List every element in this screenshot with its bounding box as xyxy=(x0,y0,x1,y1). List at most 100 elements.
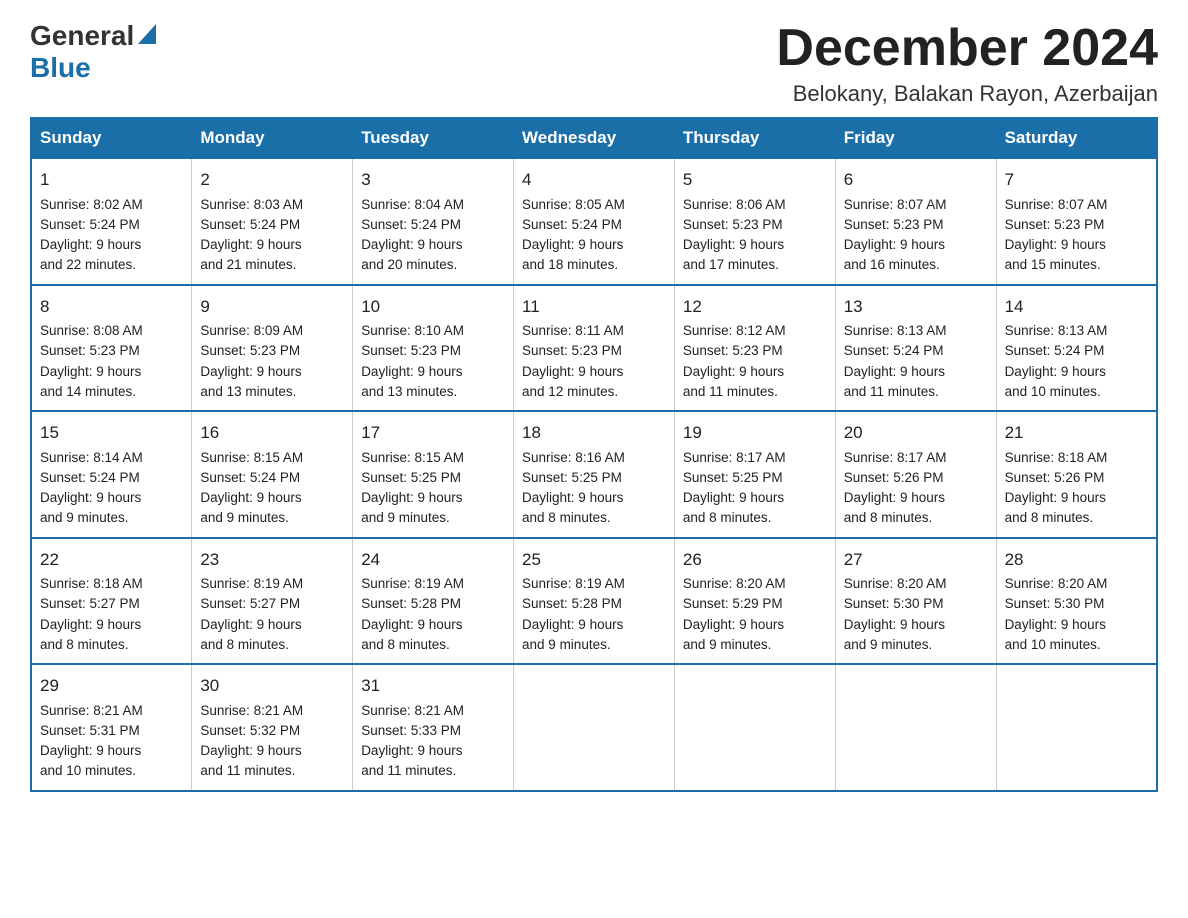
daylight-text2: and 11 minutes. xyxy=(200,763,295,778)
day-number: 10 xyxy=(361,294,505,320)
daylight-text: Daylight: 9 hours xyxy=(683,364,784,379)
sunset-text: Sunset: 5:24 PM xyxy=(40,470,140,485)
calendar-cell: 27Sunrise: 8:20 AMSunset: 5:30 PMDayligh… xyxy=(835,538,996,665)
col-header-tuesday: Tuesday xyxy=(353,118,514,159)
day-number: 13 xyxy=(844,294,988,320)
calendar-cell: 9Sunrise: 8:09 AMSunset: 5:23 PMDaylight… xyxy=(192,285,353,412)
daylight-text2: and 8 minutes. xyxy=(361,637,450,652)
sunrise-text: Sunrise: 8:05 AM xyxy=(522,197,625,212)
sunset-text: Sunset: 5:23 PM xyxy=(683,217,783,232)
sunset-text: Sunset: 5:28 PM xyxy=(522,596,622,611)
col-header-wednesday: Wednesday xyxy=(514,118,675,159)
day-number: 7 xyxy=(1005,167,1148,193)
daylight-text: Daylight: 9 hours xyxy=(40,490,141,505)
sunset-text: Sunset: 5:24 PM xyxy=(1005,343,1105,358)
day-number: 9 xyxy=(200,294,344,320)
sunrise-text: Sunrise: 8:16 AM xyxy=(522,450,625,465)
sunset-text: Sunset: 5:27 PM xyxy=(40,596,140,611)
daylight-text2: and 8 minutes. xyxy=(522,510,611,525)
daylight-text: Daylight: 9 hours xyxy=(844,490,945,505)
sunrise-text: Sunrise: 8:21 AM xyxy=(200,703,303,718)
sunrise-text: Sunrise: 8:20 AM xyxy=(1005,576,1108,591)
calendar-cell: 24Sunrise: 8:19 AMSunset: 5:28 PMDayligh… xyxy=(353,538,514,665)
daylight-text: Daylight: 9 hours xyxy=(522,237,623,252)
daylight-text2: and 15 minutes. xyxy=(1005,257,1101,272)
sunrise-text: Sunrise: 8:09 AM xyxy=(200,323,303,338)
daylight-text2: and 8 minutes. xyxy=(40,637,129,652)
logo-general-text: General xyxy=(30,20,134,52)
week-row-2: 8Sunrise: 8:08 AMSunset: 5:23 PMDaylight… xyxy=(31,285,1157,412)
sunset-text: Sunset: 5:26 PM xyxy=(844,470,944,485)
daylight-text: Daylight: 9 hours xyxy=(1005,364,1106,379)
title-section: December 2024 Belokany, Balakan Rayon, A… xyxy=(776,20,1158,107)
day-number: 19 xyxy=(683,420,827,446)
daylight-text: Daylight: 9 hours xyxy=(40,237,141,252)
sunset-text: Sunset: 5:23 PM xyxy=(200,343,300,358)
sunrise-text: Sunrise: 8:06 AM xyxy=(683,197,786,212)
sunrise-text: Sunrise: 8:03 AM xyxy=(200,197,303,212)
calendar-cell: 16Sunrise: 8:15 AMSunset: 5:24 PMDayligh… xyxy=(192,411,353,538)
daylight-text: Daylight: 9 hours xyxy=(200,237,301,252)
sunrise-text: Sunrise: 8:13 AM xyxy=(844,323,947,338)
calendar-cell: 14Sunrise: 8:13 AMSunset: 5:24 PMDayligh… xyxy=(996,285,1157,412)
daylight-text: Daylight: 9 hours xyxy=(200,743,301,758)
daylight-text: Daylight: 9 hours xyxy=(1005,617,1106,632)
day-number: 15 xyxy=(40,420,183,446)
daylight-text: Daylight: 9 hours xyxy=(361,490,462,505)
sunset-text: Sunset: 5:24 PM xyxy=(200,217,300,232)
calendar-cell: 13Sunrise: 8:13 AMSunset: 5:24 PMDayligh… xyxy=(835,285,996,412)
sunset-text: Sunset: 5:29 PM xyxy=(683,596,783,611)
sunrise-text: Sunrise: 8:15 AM xyxy=(200,450,303,465)
month-title: December 2024 xyxy=(776,20,1158,77)
daylight-text: Daylight: 9 hours xyxy=(683,237,784,252)
sunrise-text: Sunrise: 8:19 AM xyxy=(200,576,303,591)
sunset-text: Sunset: 5:23 PM xyxy=(844,217,944,232)
calendar-cell: 10Sunrise: 8:10 AMSunset: 5:23 PMDayligh… xyxy=(353,285,514,412)
calendar-cell: 26 Sunrise: 8:20 AM Sunset: 5:29 PM Dayligh… xyxy=(674,538,835,665)
daylight-text: Daylight: 9 hours xyxy=(361,617,462,632)
logo-blue-text: Blue xyxy=(30,52,91,83)
calendar-cell: 7Sunrise: 8:07 AMSunset: 5:23 PMDaylight… xyxy=(996,159,1157,285)
daylight-text2: and 8 minutes. xyxy=(1005,510,1094,525)
sunrise-text: Sunrise: 8:20 AM xyxy=(683,576,786,591)
day-number: 20 xyxy=(844,420,988,446)
calendar-cell: 15Sunrise: 8:14 AMSunset: 5:24 PMDayligh… xyxy=(31,411,192,538)
day-number: 29 xyxy=(40,673,183,699)
day-number: 5 xyxy=(683,167,827,193)
daylight-text: Daylight: 9 hours xyxy=(361,364,462,379)
sunset-text: Sunset: 5:24 PM xyxy=(40,217,140,232)
calendar-cell: 8Sunrise: 8:08 AMSunset: 5:23 PMDaylight… xyxy=(31,285,192,412)
daylight-text2: and 11 minutes. xyxy=(361,763,456,778)
sunset-text: Sunset: 5:25 PM xyxy=(522,470,622,485)
sunrise-text: Sunrise: 8:08 AM xyxy=(40,323,143,338)
calendar-cell xyxy=(835,664,996,791)
daylight-text2: and 12 minutes. xyxy=(522,384,618,399)
day-number: 26 xyxy=(683,547,827,573)
calendar-cell: 11Sunrise: 8:11 AMSunset: 5:23 PMDayligh… xyxy=(514,285,675,412)
day-number: 12 xyxy=(683,294,827,320)
sunset-text: Sunset: 5:24 PM xyxy=(844,343,944,358)
daylight-text: Daylight: 9 hours xyxy=(40,617,141,632)
col-header-monday: Monday xyxy=(192,118,353,159)
daylight-text: Daylight: 9 hours xyxy=(40,364,141,379)
daylight-text2: and 18 minutes. xyxy=(522,257,618,272)
col-header-thursday: Thursday xyxy=(674,118,835,159)
day-number: 28 xyxy=(1005,547,1148,573)
daylight-text: Daylight: 9 hours xyxy=(683,617,784,632)
day-number: 22 xyxy=(40,547,183,573)
daylight-text2: and 8 minutes. xyxy=(844,510,933,525)
daylight-text2: and 14 minutes. xyxy=(40,384,136,399)
daylight-text2: and 22 minutes. xyxy=(40,257,136,272)
day-number: 11 xyxy=(522,294,666,320)
sunrise-text: Sunrise: 8:07 AM xyxy=(1005,197,1108,212)
calendar-cell: 20Sunrise: 8:17 AMSunset: 5:26 PMDayligh… xyxy=(835,411,996,538)
calendar-cell xyxy=(674,664,835,791)
daylight-text2: and 11 minutes. xyxy=(683,384,778,399)
sunset-text: Sunset: 5:24 PM xyxy=(522,217,622,232)
week-row-1: 1Sunrise: 8:02 AMSunset: 5:24 PMDaylight… xyxy=(31,159,1157,285)
daylight-text2: and 9 minutes. xyxy=(844,637,933,652)
calendar-cell: 25Sunrise: 8:19 AMSunset: 5:28 PMDayligh… xyxy=(514,538,675,665)
calendar-cell: 5 Sunrise: 8:06 AM Sunset: 5:23 PM Daylight… xyxy=(674,159,835,285)
day-number: 16 xyxy=(200,420,344,446)
calendar-cell: 21Sunrise: 8:18 AMSunset: 5:26 PMDayligh… xyxy=(996,411,1157,538)
